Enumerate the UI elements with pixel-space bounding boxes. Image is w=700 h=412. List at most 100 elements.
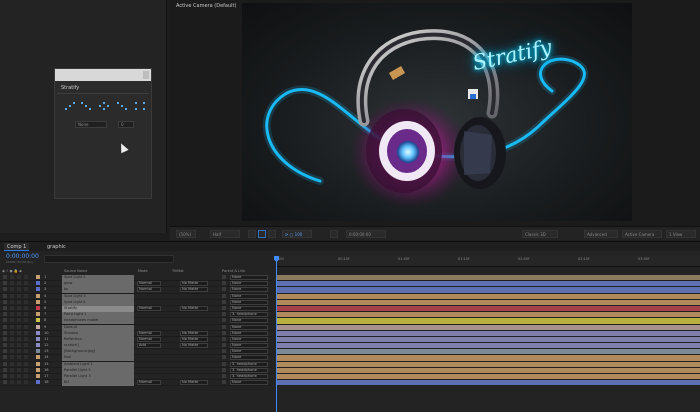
eye-icon[interactable] (3, 330, 7, 335)
label-color-swatch[interactable] (36, 380, 40, 385)
label-color-swatch[interactable] (36, 367, 40, 372)
solo-icon[interactable] (17, 349, 21, 354)
lock-icon[interactable] (24, 305, 28, 310)
layer-name[interactable]: [Background.jpg] (64, 349, 95, 355)
tab-graphic[interactable]: graphic (44, 243, 69, 251)
solo-icon[interactable] (17, 330, 21, 335)
audio-icon[interactable] (10, 336, 14, 341)
playhead-line[interactable] (276, 256, 277, 412)
eye-icon[interactable] (3, 287, 7, 292)
label-color-swatch[interactable] (36, 305, 40, 310)
eye-icon[interactable] (3, 361, 7, 366)
audio-icon[interactable] (10, 380, 14, 385)
audio-icon[interactable] (10, 281, 14, 286)
solo-icon[interactable] (17, 361, 21, 366)
layer-name[interactable]: Spot Light 2 (64, 275, 86, 281)
lock-icon[interactable] (24, 343, 28, 348)
layer-name[interactable]: BG (64, 380, 69, 386)
layer-name[interactable]: Stratify (64, 306, 77, 312)
label-color-swatch[interactable] (36, 349, 40, 354)
label-color-swatch[interactable] (36, 361, 40, 366)
eye-icon[interactable] (3, 312, 7, 317)
pickwhip-icon[interactable] (222, 318, 226, 323)
pickwhip-icon[interactable] (222, 312, 226, 317)
solo-icon[interactable] (17, 324, 21, 329)
solo-icon[interactable] (17, 380, 21, 385)
layer-name[interactable]: headphones model (64, 318, 98, 324)
label-color-swatch[interactable] (36, 299, 40, 304)
pickwhip-icon[interactable] (222, 281, 226, 286)
lock-icon[interactable] (24, 336, 28, 341)
label-color-swatch[interactable] (36, 374, 40, 378)
eye-icon[interactable] (3, 367, 7, 372)
audio-icon[interactable] (10, 299, 14, 304)
audio-icon[interactable] (10, 305, 14, 310)
audio-icon[interactable] (10, 312, 14, 317)
tab-comp-1[interactable]: Comp 1 (4, 243, 30, 251)
eye-icon[interactable] (3, 380, 7, 385)
pickwhip-icon[interactable] (222, 299, 226, 304)
pickwhip-icon[interactable] (222, 275, 226, 279)
view-mode-dropdown[interactable]: Advanced (584, 230, 618, 238)
solo-icon[interactable] (17, 299, 21, 304)
layer-name[interactable]: Reflection (64, 337, 82, 343)
solo-icon[interactable] (17, 275, 21, 279)
pickwhip-icon[interactable] (222, 336, 226, 341)
solo-icon[interactable] (17, 312, 21, 317)
eye-icon[interactable] (3, 349, 7, 354)
label-color-swatch[interactable] (36, 355, 40, 360)
pickwhip-icon[interactable] (222, 349, 226, 354)
layer-order-icon[interactable] (135, 102, 145, 112)
lock-icon[interactable] (24, 361, 28, 366)
table-row[interactable]: 18 BG Normal No Matte None (0, 380, 272, 387)
layer-name[interactable]: Null (64, 355, 71, 361)
mask-visibility-icon[interactable] (268, 230, 276, 238)
eye-icon[interactable] (3, 293, 7, 298)
stratify-panel-titlebar[interactable] (55, 69, 151, 81)
layer-order-icon[interactable] (81, 102, 91, 112)
region-of-interest-icon[interactable] (248, 230, 256, 238)
audio-icon[interactable] (10, 330, 14, 335)
views-dropdown[interactable]: 1 View (666, 230, 696, 238)
layer-name[interactable]: Shadow (64, 331, 78, 337)
layer-name[interactable]: scratch] (64, 343, 79, 349)
label-color-swatch[interactable] (36, 324, 40, 329)
current-time[interactable]: 0:00:00:00 (6, 253, 39, 260)
layer-name[interactable]: glow (64, 281, 72, 287)
layer-name[interactable]: Parallel Light 3 (64, 374, 91, 380)
mode-header[interactable]: Mode (138, 268, 148, 274)
composition-canvas[interactable]: Stratify (242, 3, 632, 221)
layer-order-icon[interactable] (117, 102, 127, 112)
lock-icon[interactable] (24, 299, 28, 304)
eye-icon[interactable] (3, 299, 7, 304)
trkmat-header[interactable]: TrkMat (172, 268, 184, 274)
label-color-swatch[interactable] (36, 275, 40, 279)
label-color-swatch[interactable] (36, 287, 40, 292)
layer-order-icon[interactable] (65, 102, 75, 112)
layer-name[interactable]: Spot Light 3 (64, 294, 86, 300)
pickwhip-icon[interactable] (222, 355, 226, 360)
source-name-header[interactable]: Source Name (64, 268, 87, 274)
eye-icon[interactable] (3, 305, 7, 310)
eye-icon[interactable] (3, 324, 7, 329)
pickwhip-icon[interactable] (222, 343, 226, 348)
audio-icon[interactable] (10, 275, 14, 279)
camera-dropdown[interactable]: Active Camera (622, 230, 662, 238)
audio-icon[interactable] (10, 361, 14, 366)
pickwhip-icon[interactable] (222, 374, 226, 378)
eye-icon[interactable] (3, 275, 7, 279)
solo-icon[interactable] (17, 293, 21, 298)
label-color-swatch[interactable] (36, 330, 40, 335)
lock-icon[interactable] (24, 287, 28, 292)
label-color-swatch[interactable] (36, 312, 40, 317)
layer-search-input[interactable] (44, 255, 174, 263)
solo-icon[interactable] (17, 287, 21, 292)
eye-icon[interactable] (3, 374, 7, 378)
renderer-button[interactable]: Classic 3D (522, 230, 558, 238)
solo-icon[interactable] (17, 343, 21, 348)
layer-name[interactable]: Spot Light 4 (64, 300, 86, 306)
pickwhip-icon[interactable] (222, 330, 226, 335)
lock-icon[interactable] (24, 293, 28, 298)
lock-icon[interactable] (24, 330, 28, 335)
eye-icon[interactable] (3, 343, 7, 348)
